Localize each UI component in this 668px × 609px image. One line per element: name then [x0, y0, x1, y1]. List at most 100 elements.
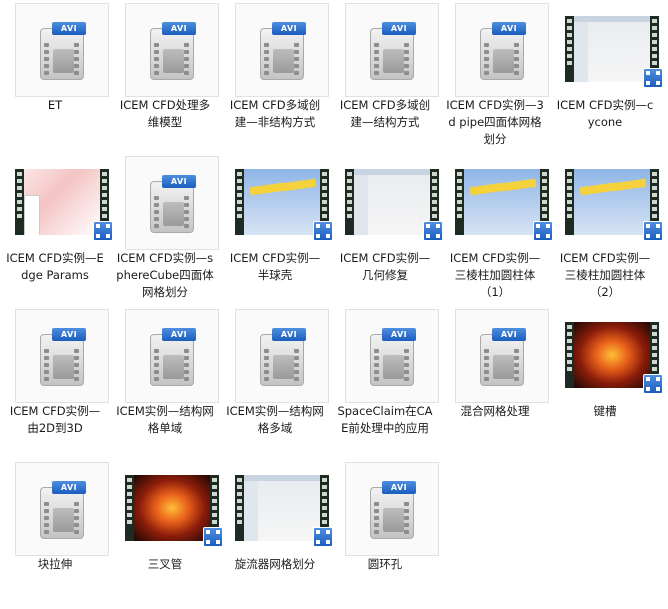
- avi-file-icon: AVI: [480, 22, 526, 80]
- video-frame: [574, 16, 650, 82]
- file-thumbnail[interactable]: [345, 156, 443, 250]
- file-name-label[interactable]: ICEM CFD实例—几何修复: [335, 250, 435, 284]
- avi-badge: AVI: [52, 481, 86, 494]
- file-item[interactable]: 三叉管: [110, 459, 223, 609]
- file-item[interactable]: AVI 块拉伸: [0, 459, 110, 609]
- file-item[interactable]: AVI ICEM CFD多域创建—结构方式: [330, 0, 440, 150]
- file-item[interactable]: ICEM CFD实例—三棱柱加圆柱体（1）: [440, 153, 553, 303]
- file-thumbnail[interactable]: AVI: [455, 3, 549, 97]
- file-name-label[interactable]: ICEM CFD实例—cycone: [555, 97, 655, 131]
- avi-file-icon: AVI: [260, 22, 306, 80]
- file-item[interactable]: AVI ICEM实例—结构网格多域: [220, 306, 330, 456]
- avi-badge: AVI: [492, 22, 526, 35]
- file-name-label[interactable]: ET: [5, 97, 105, 114]
- file-thumbnail[interactable]: AVI: [125, 3, 219, 97]
- video-frame: [134, 475, 210, 541]
- file-name-label[interactable]: ICEM CFD实例—三棱柱加圆柱体（2）: [555, 250, 655, 301]
- file-name-label[interactable]: ICEM实例—结构网格单域: [115, 403, 215, 437]
- file-name-label[interactable]: 块拉伸: [5, 556, 105, 573]
- video-frame: [354, 169, 430, 235]
- file-thumbnail[interactable]: [565, 309, 663, 403]
- film-strip: [455, 169, 464, 235]
- file-item[interactable]: ICEM CFD实例—cycone: [550, 0, 663, 150]
- video-frame: [464, 169, 540, 235]
- file-item[interactable]: AVI ICEM实例—结构网格单域: [110, 306, 220, 456]
- file-name-label[interactable]: 键槽: [555, 403, 655, 420]
- file-thumbnail[interactable]: [15, 156, 113, 250]
- video-thumbnail: [565, 16, 663, 88]
- file-thumbnail[interactable]: AVI: [235, 309, 329, 403]
- file-name-label[interactable]: ICEM CFD实例—由2D到3D: [5, 403, 105, 437]
- video-frame: [574, 322, 650, 388]
- film-strip: [345, 169, 354, 235]
- file-name-label[interactable]: 旋流器网格划分: [225, 556, 325, 573]
- file-thumbnail[interactable]: AVI: [125, 156, 219, 250]
- avi-file-icon: AVI: [150, 328, 196, 386]
- file-name-label[interactable]: ICEM CFD实例—3d pipe四面体网格划分: [445, 97, 545, 148]
- file-thumbnail[interactable]: [565, 156, 663, 250]
- file-thumbnail[interactable]: AVI: [455, 309, 549, 403]
- file-item[interactable]: ICEM CFD实例—半球壳: [220, 153, 333, 303]
- file-thumbnail[interactable]: [455, 156, 553, 250]
- video-file-icon: [641, 221, 663, 241]
- file-thumbnail[interactable]: [125, 462, 223, 556]
- file-thumbnail[interactable]: AVI: [345, 3, 439, 97]
- file-name-label[interactable]: ICEM CFD多域创建—非结构方式: [225, 97, 325, 131]
- avi-file-icon: AVI: [40, 328, 86, 386]
- avi-badge: AVI: [382, 481, 416, 494]
- film-strip: [565, 16, 574, 82]
- film-strip: [565, 322, 574, 388]
- file-thumbnail[interactable]: [565, 3, 663, 97]
- file-item[interactable]: AVI SpaceClaim在CAE前处理中的应用: [330, 306, 440, 456]
- file-name-label[interactable]: 圆环孔: [335, 556, 435, 573]
- video-frame: [24, 169, 100, 235]
- file-name-label[interactable]: 三叉管: [115, 556, 215, 573]
- file-name-label[interactable]: ICEM CFD实例—Edge Params: [5, 250, 105, 284]
- file-item[interactable]: 键槽: [550, 306, 663, 456]
- avi-badge: AVI: [52, 22, 86, 35]
- file-item[interactable]: ICEM CFD实例—几何修复: [330, 153, 443, 303]
- file-item[interactable]: AVI ICEM CFD处理多维模型: [110, 0, 220, 150]
- file-name-label[interactable]: ICEM CFD处理多维模型: [115, 97, 215, 131]
- video-thumbnail: [565, 169, 663, 241]
- file-item[interactable]: AVI ICEM CFD实例—sphereCube四面体网格划分: [110, 153, 220, 303]
- avi-badge: AVI: [162, 175, 196, 188]
- file-thumbnail[interactable]: AVI: [345, 309, 439, 403]
- file-item[interactable]: AVI ICEM CFD实例—3d pipe四面体网格划分: [440, 0, 550, 150]
- avi-file-icon: AVI: [260, 328, 306, 386]
- avi-file-icon: AVI: [370, 22, 416, 80]
- file-thumbnail[interactable]: AVI: [15, 462, 109, 556]
- avi-file-icon: AVI: [370, 328, 416, 386]
- file-item[interactable]: AVI ET: [0, 0, 110, 150]
- file-name-label[interactable]: ICEM CFD实例—三棱柱加圆柱体（1）: [445, 250, 545, 301]
- file-name-label[interactable]: SpaceClaim在CAE前处理中的应用: [335, 403, 435, 437]
- avi-file-icon: AVI: [150, 22, 196, 80]
- file-thumbnail[interactable]: AVI: [345, 462, 439, 556]
- file-thumbnail[interactable]: AVI: [235, 3, 329, 97]
- file-name-label[interactable]: 混合网格处理: [445, 403, 545, 420]
- file-thumbnail[interactable]: AVI: [15, 3, 109, 97]
- avi-badge: AVI: [492, 328, 526, 341]
- file-name-label[interactable]: ICEM CFD实例—sphereCube四面体网格划分: [115, 250, 215, 301]
- avi-badge: AVI: [162, 22, 196, 35]
- file-thumbnail[interactable]: [235, 156, 333, 250]
- file-name-label[interactable]: ICEM实例—结构网格多域: [225, 403, 325, 437]
- file-item[interactable]: AVI 圆环孔: [330, 459, 440, 609]
- avi-file-icon: AVI: [150, 175, 196, 233]
- avi-file-icon: AVI: [480, 328, 526, 386]
- film-strip: [125, 475, 134, 541]
- file-name-label[interactable]: ICEM CFD多域创建—结构方式: [335, 97, 435, 131]
- file-name-label[interactable]: ICEM CFD实例—半球壳: [225, 250, 325, 284]
- file-item[interactable]: AVI ICEM CFD实例—由2D到3D: [0, 306, 110, 456]
- file-thumbnail[interactable]: AVI: [15, 309, 109, 403]
- video-thumbnail: [235, 475, 333, 547]
- file-item[interactable]: ICEM CFD实例—Edge Params: [0, 153, 113, 303]
- file-thumbnail[interactable]: AVI: [125, 309, 219, 403]
- avi-file-icon: AVI: [370, 481, 416, 539]
- file-item[interactable]: 旋流器网格划分: [220, 459, 333, 609]
- file-item[interactable]: AVI 混合网格处理: [440, 306, 550, 456]
- video-thumbnail: [565, 322, 663, 394]
- file-thumbnail[interactable]: [235, 462, 333, 556]
- file-item[interactable]: AVI ICEM CFD多域创建—非结构方式: [220, 0, 330, 150]
- file-item[interactable]: ICEM CFD实例—三棱柱加圆柱体（2）: [550, 153, 663, 303]
